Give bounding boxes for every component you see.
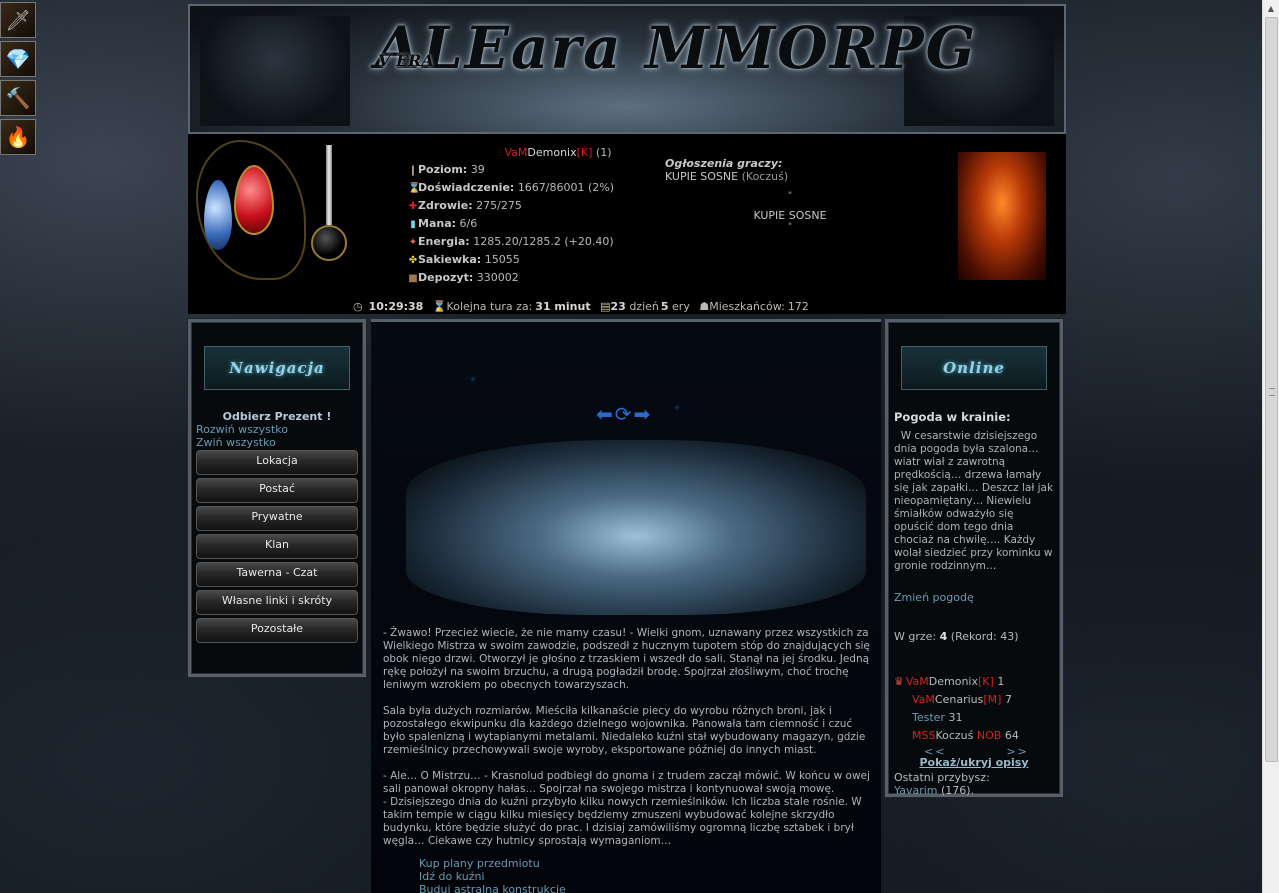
stat-purse: ✤Sakiewka: 15055 xyxy=(408,251,668,269)
quick-anvil-icon[interactable]: 🔨 xyxy=(0,80,36,116)
game-banner: ALEara MMORPG V ERA xyxy=(188,4,1066,134)
quick-dagger-icon[interactable]: 🗡 xyxy=(0,2,36,38)
story-paragraph: - Żwawo! Przecież wiecie, że nie mamy cz… xyxy=(383,627,870,691)
story-paragraph: - Dzisiejszego dnia do kuźni przybyło ki… xyxy=(383,796,862,847)
scroll-thumb[interactable] xyxy=(1265,17,1278,762)
player-name[interactable]: Demonix xyxy=(527,146,576,159)
refresh-icon[interactable]: ⟳ xyxy=(615,402,634,426)
nav-button-location[interactable]: Lokacja xyxy=(196,450,358,475)
location-actions: Kup plany przedmiotu Idź do kuźni Buduj … xyxy=(419,857,566,893)
player-prefix: VaM xyxy=(504,146,528,159)
quick-gem-icon[interactable]: 💎 xyxy=(0,41,36,77)
expand-all-link[interactable]: Rozwiń wszystko xyxy=(191,423,363,436)
player-count: (1) xyxy=(595,146,612,159)
energy-icon: ✦ xyxy=(408,237,418,248)
nav-button-character[interactable]: Postać xyxy=(196,478,358,503)
location-story: - Żwawo! Przecież wiecie, że nie mamy cz… xyxy=(383,627,873,861)
mana-potion-icon: ▮ xyxy=(410,219,416,230)
arrow-right-icon[interactable]: ➡ xyxy=(634,402,653,426)
player-tag: [K] xyxy=(576,146,593,159)
player-info: VaMDemonix[K] (1) ❙Poziom: 39 ⌛Doświadcz… xyxy=(408,146,668,287)
in-game-count: W grze: 4 (Rekord: 43) xyxy=(894,630,1019,643)
health-cross-icon: ✚ xyxy=(408,201,418,212)
online-players-list: ♛ VaMDemonix[K] 1 VaMCenarius[M] 7 Tester… xyxy=(894,673,1060,745)
residents-icon: ☗ xyxy=(699,300,710,313)
forge-scene-image xyxy=(406,440,866,615)
game-logo: ALEara MMORPG xyxy=(375,14,978,82)
last-arrival-name[interactable]: Yavarim xyxy=(894,784,938,797)
time-bar: ◷ 10:29:38 ⌛Kolejna tura za: 31 minut ▤23 … xyxy=(353,300,809,313)
sword-orb-icon xyxy=(311,145,347,273)
nav-button-other[interactable]: Pozostałe xyxy=(196,618,358,643)
player-stats-bar: VaMDemonix[K] (1) ❙Poziom: 39 ⌛Doświadcz… xyxy=(188,134,1066,314)
action-build-astral[interactable]: Buduj astralną konstrukcję xyxy=(419,883,566,893)
nav-button-private[interactable]: Prywatne xyxy=(196,506,358,531)
navigation-header: Nawigacja xyxy=(204,346,350,390)
hourglass-turn-icon: ⌛ xyxy=(432,300,447,313)
nav-button-custom-links[interactable]: Własne linki i skróty xyxy=(196,590,358,615)
health-mana-orbs xyxy=(196,140,347,280)
game-logo-subtitle: V ERA xyxy=(378,51,434,70)
player-name-line: VaMDemonix[K] (1) xyxy=(448,146,668,159)
announcement-quote-close: " xyxy=(787,222,793,232)
collapse-all-link[interactable]: Zwiń wszystko xyxy=(191,436,363,449)
navigation-panel: Nawigacja Odbierz Prezent ! Rozwiń wszys… xyxy=(187,318,367,678)
online-player-row[interactable]: MSSKoczuś NOB 64 xyxy=(894,727,1060,745)
banner-statue-left xyxy=(200,16,350,126)
weather-text: W cesarstwie dzisiejszego dnia pogoda by… xyxy=(894,430,1054,572)
last-arrival: Ostatni przybysz: Yavarim (176). xyxy=(894,771,990,797)
stat-experience: ⌛Doświadczenie: 1667/86001 (2%) xyxy=(408,179,668,197)
level-icon: ❙ xyxy=(408,165,418,176)
location-pager: ⬅⟳➡ xyxy=(596,402,652,426)
toggle-descriptions-link[interactable]: Pokaż/ukryj opisy xyxy=(888,756,1060,769)
change-weather-link[interactable]: Zmień pogodę xyxy=(894,591,1060,604)
stat-energy: ✦Energia: 1285.20/1285.2 (+20.40) xyxy=(408,233,668,251)
residents-count: 172 xyxy=(787,300,809,313)
clock-icon: ◷ xyxy=(353,300,363,313)
arrow-left-icon[interactable]: ⬅ xyxy=(596,402,615,426)
stat-mana: ▮ Mana: 6/6 xyxy=(408,215,668,233)
online-player-row[interactable]: ♛ VaMDemonix[K] 1 xyxy=(894,673,1060,691)
online-header: Online xyxy=(901,346,1047,390)
scroll-calendar-icon: ▤ xyxy=(600,300,611,313)
scroll-up-arrow-icon[interactable]: ▲ xyxy=(1263,0,1279,17)
stat-deposit: ■Depozyt: 330002 xyxy=(408,269,668,287)
nav-button-tavern-chat[interactable]: Tawerna - Czat xyxy=(196,562,358,587)
announcement-quote-open: " xyxy=(787,191,793,201)
story-paragraph: Sala była dużych rozmiarów. Mieściła kil… xyxy=(383,705,866,756)
nav-button-clan[interactable]: Klan xyxy=(196,534,358,559)
server-time: 10:29:38 xyxy=(368,300,424,313)
next-turn-value: 31 minut xyxy=(535,300,591,313)
announcement-body: KUPIE SOSNE xyxy=(753,209,827,222)
location-content: ⬅⟳➡ - Żwawo! Przecież wiecie, że nie mam… xyxy=(371,319,881,893)
action-buy-plans[interactable]: Kup plany przedmiotu xyxy=(419,857,566,870)
quick-fire-sword-icon[interactable]: 🔥 xyxy=(0,119,36,155)
character-portrait[interactable] xyxy=(958,152,1046,280)
stat-level: ❙Poziom: 39 xyxy=(408,161,668,179)
weather-title: Pogoda w krainie: xyxy=(894,410,1011,424)
player-announcements: Ogłoszenia graczy: KUPIE SOSNE (Koczuś) … xyxy=(665,157,915,232)
crown-icon: ♛ xyxy=(894,675,904,688)
page-scrollbar[interactable]: ▲ xyxy=(1262,0,1279,893)
main-wrapper: ALEara MMORPG V ERA VaMDemonix[K] (1) ❙P… xyxy=(188,4,1066,314)
action-go-to-forge[interactable]: Idź do kuźni xyxy=(419,870,566,883)
chest-icon: ■ xyxy=(408,273,418,284)
online-panel: Online Pogoda w krainie: W cesarstwie dz… xyxy=(884,318,1064,798)
stat-health: ✚Zdrowie: 275/275 xyxy=(408,197,668,215)
announcements-title: Ogłoszenia graczy: xyxy=(665,157,783,170)
announcement-line[interactable]: KUPIE SOSNE (Koczuś) xyxy=(665,170,915,183)
online-player-row[interactable]: VaMCenarius[M] 7 xyxy=(894,691,1060,709)
content-columns: Nawigacja Odbierz Prezent ! Rozwiń wszys… xyxy=(187,317,1066,893)
coins-icon: ✤ xyxy=(408,255,418,266)
claim-gift-link[interactable]: Odbierz Prezent ! xyxy=(191,410,363,423)
hourglass-icon: ⌛ xyxy=(408,183,421,194)
quick-bar: 🗡 💎 🔨 🔥 xyxy=(0,2,38,158)
story-paragraph: - Ale… O Mistrzu… - Krasnolud podbiegł d… xyxy=(383,770,870,795)
online-player-row[interactable]: Tester 31 xyxy=(894,709,1060,727)
